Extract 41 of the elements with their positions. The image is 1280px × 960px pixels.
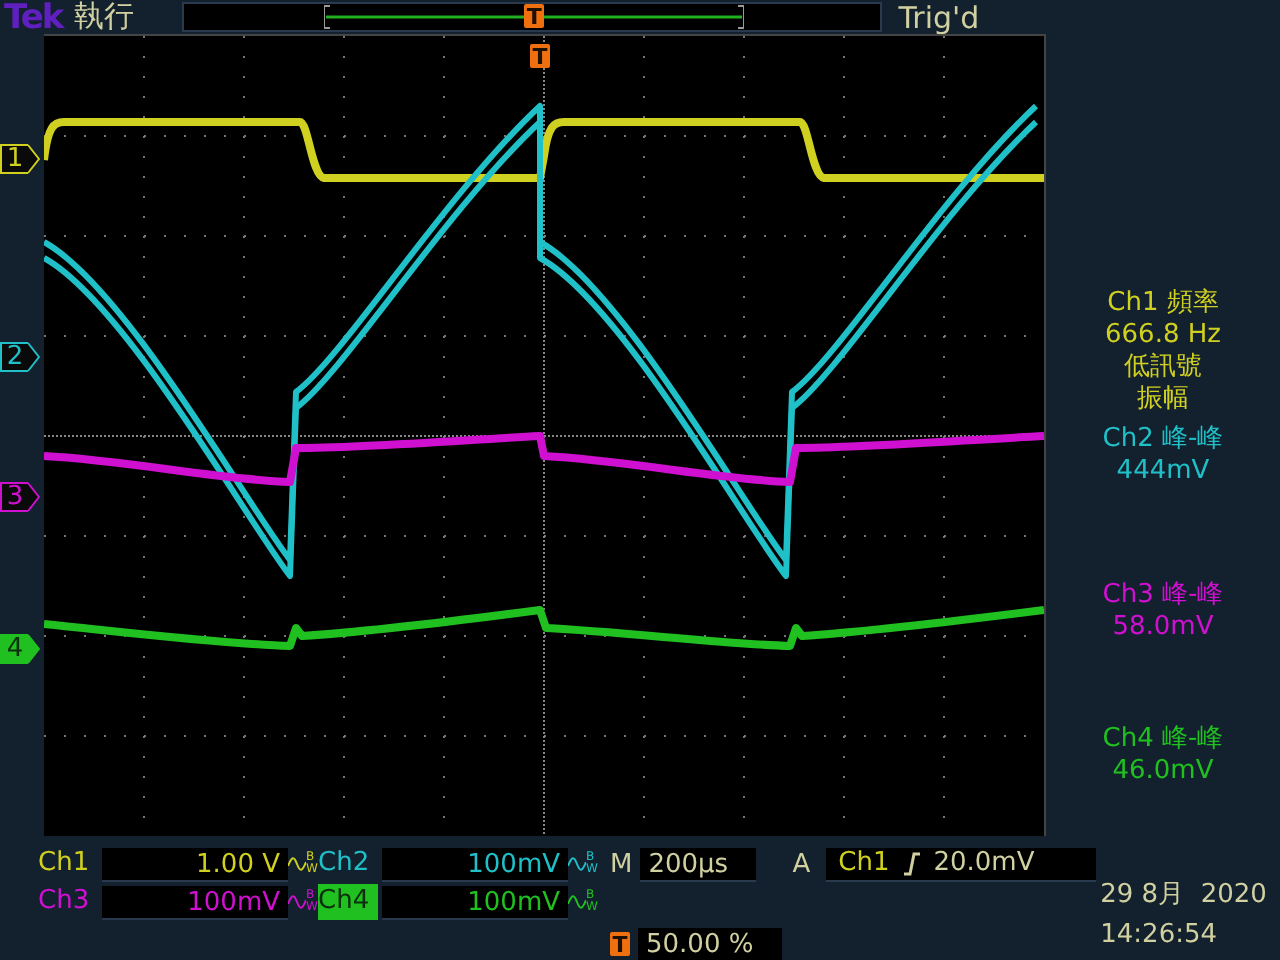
measurement-text: Ch3 峰-峰 [1102,580,1224,612]
timebase-label: M [610,849,633,879]
channel-scale: 100mV [102,885,288,919]
measurement-text: 46.0mV [1112,756,1214,788]
measurement-text: 444mV [1116,456,1210,488]
wave-icon [288,856,306,872]
measurement-text: Ch1 頻率 [1107,288,1219,320]
trigger-level: 20.0mV [933,846,1035,880]
trigger-label: A [792,849,811,879]
channel-label[interactable]: Ch2 [318,846,378,882]
measurement-text: 666.8 Hz [1105,320,1221,352]
measurement-text: 低訊號 [1123,352,1202,384]
trigger-position-marker: T [530,44,550,68]
wave-icon [288,894,306,910]
channel-scale: 1.00 V [102,847,288,881]
brand-logo: Tek [4,0,63,37]
trigger-marker: T [524,4,545,28]
marker-tip-icon [28,482,40,512]
measurement-text: Ch4 峰-峰 [1102,724,1224,756]
timebase-value: 200µs [640,847,757,881]
wave-icon [568,894,586,910]
channel-scale: 100mV [382,847,568,881]
trigger-source: Ch1 [838,846,890,880]
channel-label[interactable]: Ch1 [38,846,98,882]
channel-label[interactable]: Ch4 [318,884,378,920]
marker-tip-icon [28,342,40,372]
time: 14:26:54 [1100,918,1220,954]
measurement-text: 58.0mV [1112,612,1214,644]
marker-tip-icon [28,144,40,174]
marker-tip-icon [28,634,40,664]
channel-label[interactable]: Ch3 [38,884,98,920]
rising-edge-icon [901,851,922,875]
channel-scale: 100mV [382,885,568,919]
measurement-text: 振幅 [1136,384,1189,416]
run-state: 執行 [74,0,135,36]
date: 29 8月 2020 [1100,878,1267,914]
trigger-position: 50.00 % [638,927,782,960]
trigger-position-marker: T [610,932,630,956]
trigger-status: Trig'd [898,0,980,35]
wave-icon [568,856,586,872]
measurement-text: Ch2 峰-峰 [1102,424,1224,456]
